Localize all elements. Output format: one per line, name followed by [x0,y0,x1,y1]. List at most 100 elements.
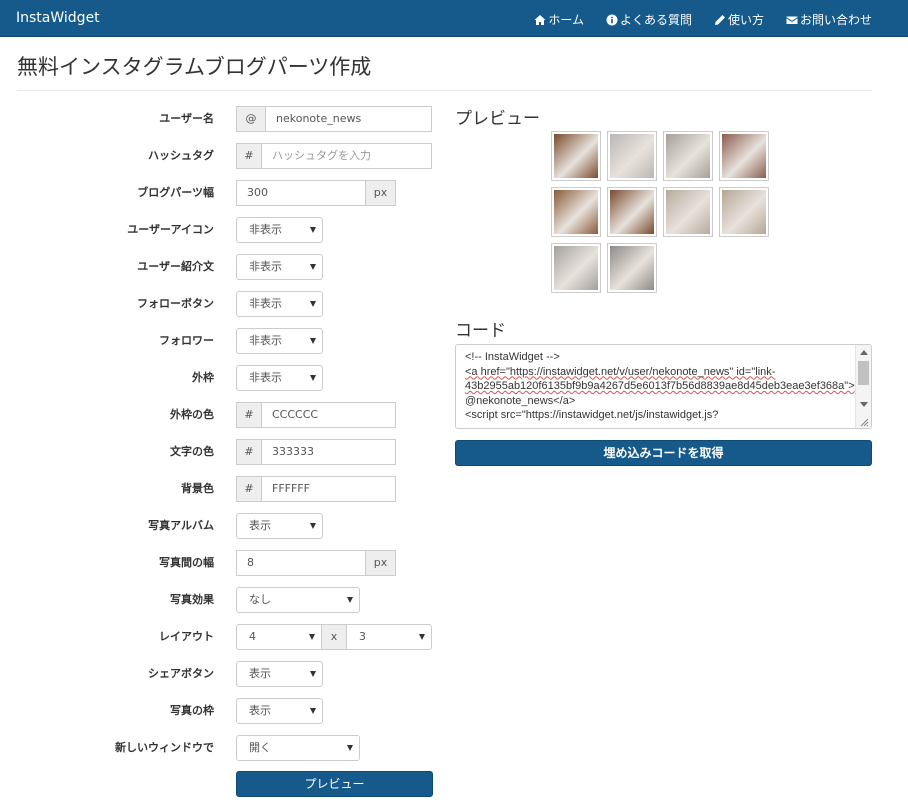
new-window-select[interactable]: 開く [236,735,360,761]
user-icon-select[interactable]: 非表示 [236,217,323,243]
photo-effect-select[interactable]: なし [236,587,360,613]
username-input[interactable]: nekonote_news [265,106,432,132]
follow-button-label: フォローボタン [137,297,214,310]
code-line: <script src="https://instawidget.net/js/… [465,409,719,421]
photo-placeholder [554,134,598,178]
follow-button-select[interactable]: 非表示 [236,291,323,317]
album-select[interactable]: 表示 [236,513,323,539]
caret-down-icon [309,634,315,640]
border-color-input[interactable]: CCCCCC [261,402,396,428]
caret-down-icon [310,227,316,233]
new-window-value: 開く [249,741,271,754]
nav-home-label: ホーム [548,13,584,27]
page-title: 無料インスタグラムブログパーツ作成 [17,55,372,79]
share-button-select[interactable]: 表示 [236,661,323,687]
preview-photo[interactable] [551,243,601,293]
outer-border-select[interactable]: 非表示 [236,365,323,391]
code-line: <a href="https://instawidget.net/v/user/… [465,365,776,378]
nav-faq-label: よくある質問 [619,13,692,27]
resize-handle-icon[interactable] [859,417,869,427]
caret-down-icon [347,597,353,603]
nav-contact[interactable]: お問い合わせ [786,11,872,28]
bg-color-input[interactable]: FFFFFF [261,476,396,502]
code-text: <!-- InstaWidget --> <a href="https://ins… [465,350,855,423]
scroll-down-icon[interactable] [860,402,868,407]
layout-rows-value: 3 [359,630,366,643]
album-value: 表示 [249,519,271,532]
outer-border-label: 外枠 [192,371,214,384]
preview-photo[interactable] [663,187,713,237]
nav-home[interactable]: ホーム [534,11,584,28]
code-line: <!-- InstaWidget --> [465,351,560,363]
preview-photo[interactable] [551,187,601,237]
nav-howto[interactable]: 使い方 [714,11,764,28]
px-addon: px [365,180,396,206]
navbar: InstaWidget ホーム よくある質問 使い方 お問い合わせ [0,0,908,37]
code-title: コード [455,321,506,341]
photo-frame-label: 写真の枠 [170,704,214,717]
preview-title: プレビュー [455,109,540,129]
home-icon [534,14,546,25]
layout-cols-select[interactable]: 4 [236,624,322,650]
nav-howto-label: 使い方 [727,13,764,27]
outer-border-value: 非表示 [249,371,282,384]
hash-addon: # [236,439,262,465]
preview-photo[interactable] [719,131,769,181]
photo-placeholder [666,190,710,234]
scrollbar[interactable] [855,345,871,428]
photo-gap-input[interactable]: 8 [236,550,366,576]
hash-addon: # [236,402,262,428]
get-embed-code-button[interactable]: 埋め込みコードを取得 [455,440,872,466]
brand-logo[interactable]: InstaWidget [16,10,100,26]
photo-frame-select[interactable]: 表示 [236,698,323,724]
photo-placeholder [554,190,598,234]
code-textarea[interactable]: <!-- InstaWidget --> <a href="https://ins… [455,344,872,429]
caret-down-icon [310,671,316,677]
caret-down-icon [310,523,316,529]
nav-menu: ホーム よくある質問 使い方 お問い合わせ [534,11,872,28]
new-window-label: 新しいウィンドウで [115,741,214,754]
photo-effect-value: なし [249,593,271,606]
width-label: ブログパーツ幅 [137,186,214,199]
px-addon: px [365,550,396,576]
hashtag-label: ハッシュタグ [148,149,214,162]
photo-placeholder [610,134,654,178]
bg-color-label: 背景色 [181,482,214,495]
followers-select[interactable]: 非表示 [236,328,323,354]
envelope-icon [786,16,798,24]
preview-photo[interactable] [607,131,657,181]
nav-faq[interactable]: よくある質問 [606,11,692,28]
username-label: ユーザー名 [159,112,214,125]
preview-photo[interactable] [607,243,657,293]
photo-gap-label: 写真間の幅 [159,556,214,569]
followers-label: フォロワー [159,334,214,347]
info-circle-icon [606,14,618,25]
pencil-icon [714,14,725,25]
user-bio-label: ユーザー紹介文 [137,260,214,273]
layout-rows-select[interactable]: 3 [346,624,432,650]
preview-photo[interactable] [719,187,769,237]
scroll-up-icon[interactable] [860,350,868,355]
photo-placeholder [610,246,654,290]
user-bio-value: 非表示 [249,260,282,273]
preview-photo[interactable] [607,187,657,237]
preview-button[interactable]: プレビュー [236,771,433,797]
album-label: 写真アルバム [148,519,214,532]
code-line: 43b2955ab120f6135bf9b9a4267d5e6013f7b56d… [465,380,855,392]
hash-addon: # [236,476,262,502]
nav-contact-label: お問い合わせ [799,13,872,27]
user-icon-value: 非表示 [249,223,282,236]
preview-photo[interactable] [551,131,601,181]
caret-down-icon [310,264,316,270]
at-addon: @ [236,106,266,132]
photo-placeholder [666,134,710,178]
photo-placeholder [610,190,654,234]
width-input[interactable]: 300 [236,180,366,206]
scrollbar-thumb[interactable] [858,361,869,385]
preview-photo[interactable] [663,131,713,181]
user-bio-select[interactable]: 非表示 [236,254,323,280]
hashtag-input[interactable]: ハッシュタグを入力 [261,143,432,169]
followers-value: 非表示 [249,334,282,347]
caret-down-icon [310,301,316,307]
text-color-input[interactable]: 333333 [261,439,396,465]
